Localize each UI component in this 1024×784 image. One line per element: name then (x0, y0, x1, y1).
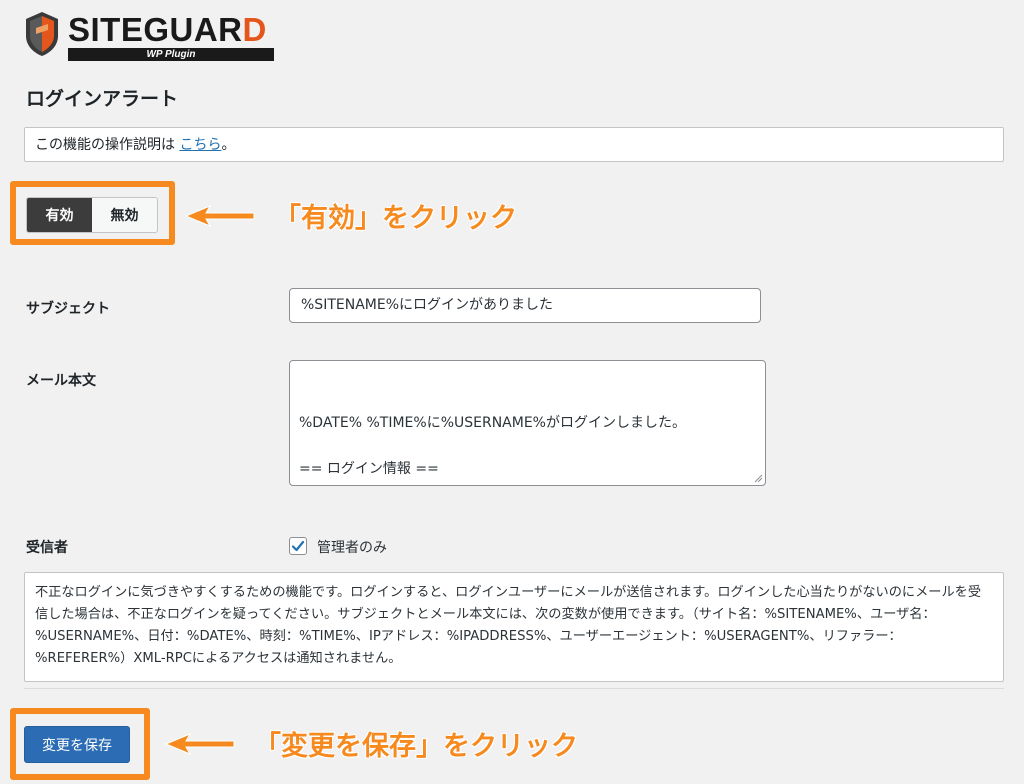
checkmark-icon (291, 540, 305, 552)
subject-input[interactable]: %SITENAME%にログインがありました (289, 288, 761, 323)
mail-body-textarea[interactable]: %DATE% %TIME%に%USERNAME%がログインしました。 == ログ… (289, 360, 766, 486)
help-prefix: この機能の操作説明は (35, 137, 180, 153)
callout-save: 「変更を保存」をクリック (164, 724, 578, 763)
logo-wordmark-main: SITEGUAR (68, 11, 243, 48)
help-notice: この機能の操作説明は こちら。 (24, 127, 1004, 162)
page-title: ログインアラート (26, 88, 179, 110)
toggle-disable-button[interactable]: 無効 (92, 198, 157, 232)
shield-logo-icon (26, 12, 58, 56)
logo-wordmark-accent: D (242, 11, 267, 48)
admin-only-checkbox[interactable] (289, 537, 307, 555)
mail-body-label: メール本文 (26, 373, 96, 389)
subject-label: サブジェクト (26, 301, 110, 317)
mail-body-text: %DATE% %TIME%に%USERNAME%がログインしました。 == ログ… (299, 415, 686, 485)
callout-toggle: 「有効」をクリック (184, 196, 517, 235)
logo-subtitle: WP Plugin (68, 48, 274, 61)
siteguard-login-alert-page: SITEGUARD WP Plugin ログインアラート この機能の操作説明は … (0, 0, 1024, 784)
feature-description: 不正なログインに気づきやすくするための機能です。ログインすると、ログインユーザー… (24, 572, 1004, 682)
logo-wordmark: SITEGUARD (68, 13, 267, 47)
admin-only-label: 管理者のみ (317, 540, 387, 556)
recipient-label: 受信者 (26, 540, 68, 556)
toggle-enable-button[interactable]: 有効 (27, 198, 92, 232)
feature-toggle: 有効 無効 (26, 197, 158, 233)
divider (24, 688, 1004, 689)
orange-arrow-icon (184, 204, 255, 227)
orange-arrow-icon (164, 732, 235, 755)
siteguard-logo: SITEGUARD WP Plugin (22, 10, 274, 61)
help-link[interactable]: こちら (179, 137, 221, 153)
help-suffix: 。 (221, 137, 236, 153)
save-changes-button[interactable]: 変更を保存 (24, 726, 130, 763)
resize-grip-icon[interactable] (754, 474, 763, 483)
callout-toggle-text: 「有効」をクリック (274, 203, 517, 234)
callout-save-text: 「変更を保存」をクリック (254, 731, 578, 762)
